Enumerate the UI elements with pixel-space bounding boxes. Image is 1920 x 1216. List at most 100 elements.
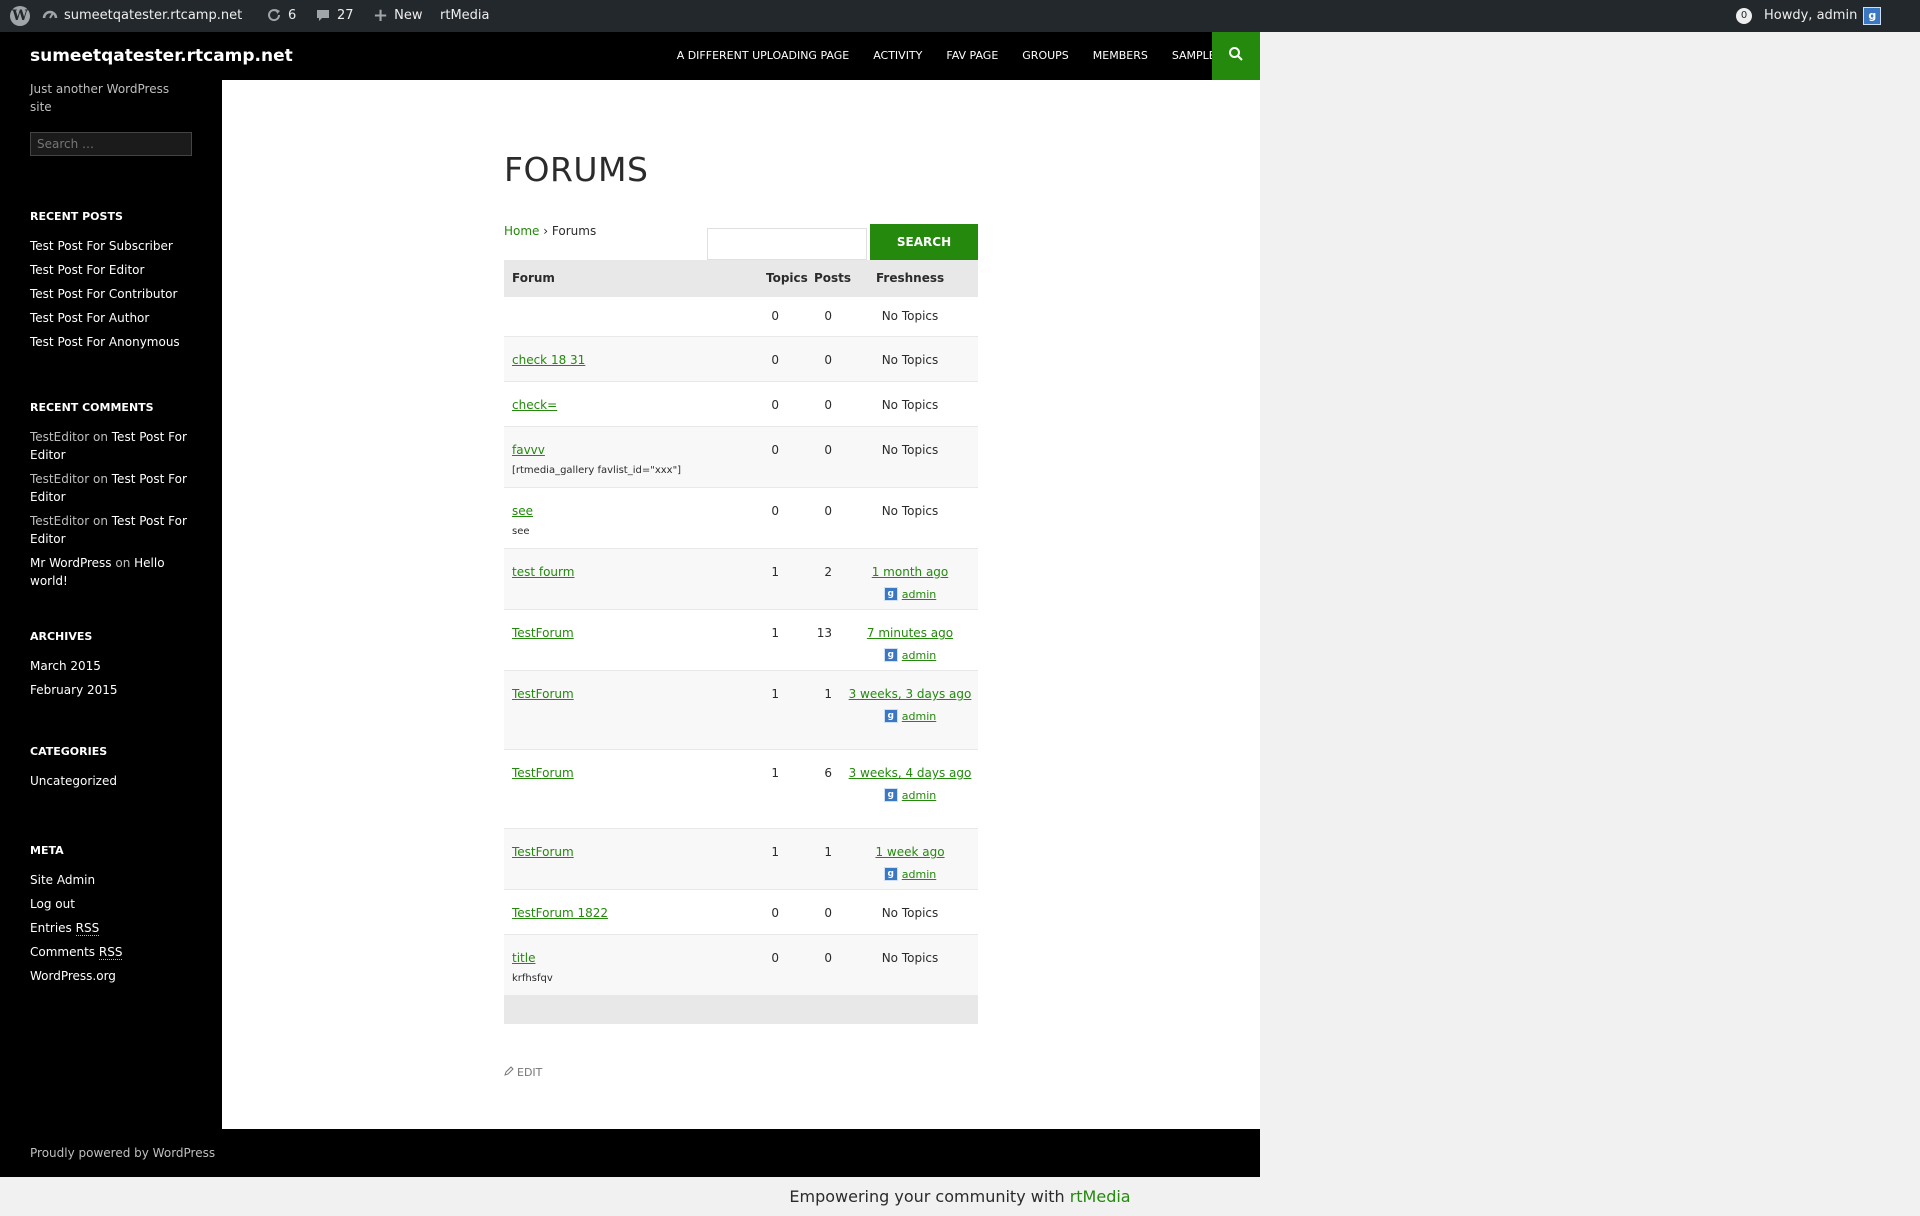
table-row: 0 0 No Topics [504,297,978,337]
author-link[interactable]: admin [902,789,936,802]
recent-comments-title: RECENT COMMENTS [30,401,154,414]
post-count: 1 [824,687,832,701]
new-label: New [394,8,423,23]
table-row: TestForum 1 13 7 minutes ago g admin [504,610,978,671]
author-link[interactable]: admin [902,710,936,723]
comment-item: TestEditor on Test Post For Editor [30,512,192,548]
my-account-menu[interactable]: Howdy, admin g [1764,0,1882,32]
author-avatar-icon[interactable]: g [883,648,898,662]
nav-item-uploading-page[interactable]: A DIFFERENT UPLOADING PAGE [665,32,862,80]
new-content-menu[interactable]: + New [373,0,422,32]
nav-item-members[interactable]: MEMBERS [1081,32,1160,80]
freshness-link[interactable]: 3 weeks, 4 days ago [849,766,972,780]
nav-item-activity[interactable]: ACTIVITY [861,32,934,80]
topic-count: 1 [771,565,779,579]
list-item[interactable]: Test Post For Subscriber [30,237,192,255]
forum-link[interactable]: TestForum [512,845,574,859]
howdy-label: Howdy, admin [1764,8,1858,23]
wordpress-logo-menu[interactable]: W [10,0,30,32]
list-item[interactable]: Comments RSS [30,943,192,961]
search-toggle-button[interactable] [1212,32,1260,80]
edit-link[interactable]: EDIT [504,1066,542,1079]
breadcrumb-home-link[interactable]: Home [504,224,539,238]
post-count: 0 [824,906,832,920]
forum-link[interactable]: check= [512,398,557,412]
topic-count: 1 [771,626,779,640]
rtmedia-menu[interactable]: rtMedia [440,0,490,32]
freshness-text: No Topics [881,906,939,920]
freshness-cell: No Topics [844,504,976,518]
post-count: 0 [824,398,832,412]
forum-link[interactable]: TestForum [512,626,574,640]
meta-list: Site Admin Log out Entries RSS Comments … [30,871,192,985]
list-item[interactable]: WordPress.org [30,967,192,985]
topic-count: 0 [771,504,779,518]
sidebar-search-input[interactable] [30,132,192,156]
post-count: 0 [824,309,832,323]
post-count: 2 [824,565,832,579]
list-item[interactable]: Test Post For Author [30,309,192,327]
notifications-count: 0 [1736,8,1752,24]
topic-count: 1 [771,845,779,859]
updates-menu[interactable]: 6 [266,0,296,32]
list-item[interactable]: Test Post For Contributor [30,285,192,303]
comment-author-link[interactable]: Mr WordPress [30,556,112,570]
list-item[interactable]: February 2015 [30,681,192,699]
recent-posts-list: Test Post For Subscriber Test Post For E… [30,237,192,351]
comment-item: TestEditor on Test Post For Editor [30,470,192,506]
forum-link[interactable]: check 18 31 [512,353,585,367]
rtmedia-label: rtMedia [440,8,490,23]
freshness-link[interactable]: 1 week ago [875,845,944,859]
rss-abbr: RSS [98,945,123,960]
author-link[interactable]: admin [902,588,936,601]
author-link[interactable]: admin [902,649,936,662]
list-item[interactable]: Test Post For Editor [30,261,192,279]
forum-search-input[interactable] [707,228,867,260]
list-item[interactable]: Uncategorized [30,772,192,790]
last-author: g admin [844,587,976,601]
author-link[interactable]: admin [902,868,936,881]
forum-link[interactable]: TestForum 1822 [512,906,608,920]
forum-link[interactable]: favvv [512,443,545,457]
author-avatar-icon[interactable]: g [883,709,898,723]
nav-item-fav-page[interactable]: FAV PAGE [934,32,1010,80]
site-name-menu[interactable]: sumeetqatester.rtcamp.net [42,0,242,32]
post-count: 6 [824,766,832,780]
nav-item-groups[interactable]: GROUPS [1010,32,1081,80]
list-item[interactable]: Site Admin [30,871,192,889]
list-item[interactable]: Log out [30,895,192,913]
site-footer-credit[interactable]: Proudly powered by WordPress [30,1145,215,1161]
forum-link[interactable]: see [512,504,533,518]
forum-link[interactable]: TestForum [512,687,574,701]
forum-search-button[interactable]: SEARCH [870,224,978,260]
comments-menu[interactable]: 27 [315,0,354,32]
forum-link[interactable]: test fourm [512,565,574,579]
list-item[interactable]: March 2015 [30,657,192,675]
comment-bubble-icon [315,7,331,26]
forum-table: Forum Topics Posts Freshness 0 0 No Topics… [504,260,978,1024]
author-avatar-icon[interactable]: g [883,587,898,601]
freshness-text: No Topics [881,504,939,518]
list-item[interactable]: Entries RSS [30,919,192,937]
freshness-link[interactable]: 1 month ago [872,565,949,579]
author-avatar-icon[interactable]: g [883,867,898,881]
freshness-text: No Topics [881,398,939,412]
forum-table-header: Forum Topics Posts Freshness [504,260,978,297]
forum-link[interactable]: title [512,951,535,965]
freshness-link[interactable]: 7 minutes ago [867,626,953,640]
notifications-menu[interactable]: 0 [1736,0,1752,32]
author-avatar-icon[interactable]: g [883,788,898,802]
comment-on: on [92,472,108,486]
list-item[interactable]: Test Post For Anonymous [30,333,192,351]
comment-item: TestEditor on Test Post For Editor [30,428,192,464]
table-row: check= 0 0 No Topics [504,382,978,427]
table-row: TestForum 1 6 3 weeks, 4 days ago g admin [504,750,978,829]
forum-link[interactable]: TestForum [512,766,574,780]
freshness-cell: 3 weeks, 4 days ago g admin [844,764,976,802]
header-freshness: Freshness [876,271,945,285]
topic-count: 0 [771,353,779,367]
plus-icon: + [373,5,389,26]
rtmedia-footer-link[interactable]: rtMedia [1070,1187,1131,1206]
site-title[interactable]: sumeetqatester.rtcamp.net [30,32,293,80]
freshness-link[interactable]: 3 weeks, 3 days ago [849,687,972,701]
